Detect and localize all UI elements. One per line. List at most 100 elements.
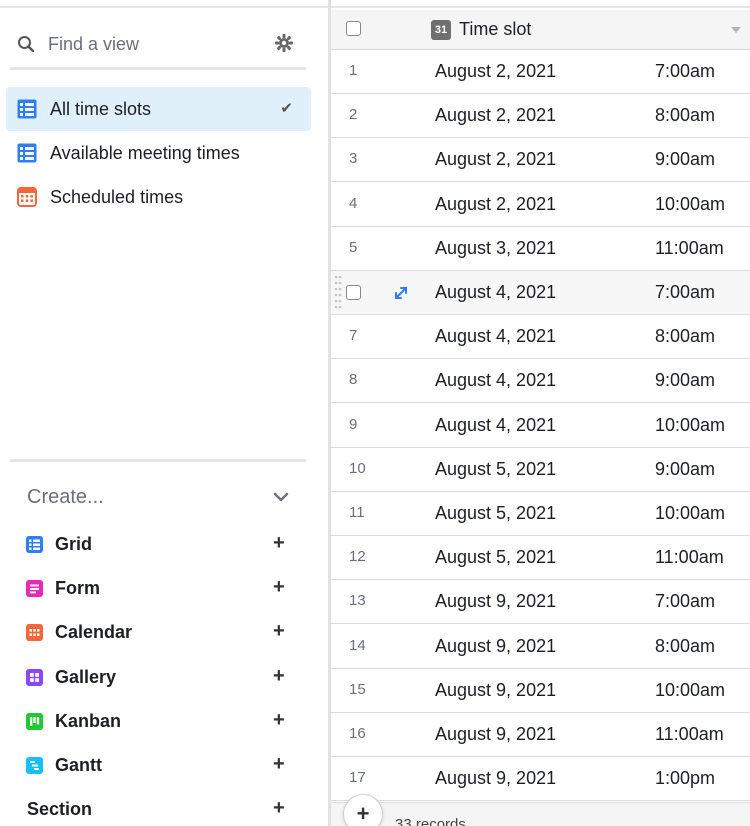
create-item-label: Gantt	[55, 754, 102, 775]
drag-handle-icon[interactable]	[334, 275, 342, 316]
create-form-item[interactable]: Form +	[26, 573, 296, 603]
add-record-button[interactable]: +	[343, 794, 383, 826]
create-item-label: Grid	[55, 533, 93, 554]
table-row[interactable]: 11 August 5, 2021 10:00am	[331, 492, 750, 536]
create-divider	[10, 459, 306, 462]
cell-date[interactable]: August 9, 2021	[435, 591, 556, 612]
cell-time[interactable]: 7:00am	[655, 591, 715, 612]
cell-date[interactable]: August 3, 2021	[435, 238, 556, 259]
date-field-icon: 31	[431, 20, 451, 40]
chevron-down-icon[interactable]	[272, 490, 290, 508]
plus-icon[interactable]: +	[273, 665, 285, 688]
view-item-available-meeting-times[interactable]: Available meeting times	[6, 131, 311, 175]
cell-time[interactable]: 10:00am	[655, 503, 725, 524]
plus-icon[interactable]: +	[273, 797, 285, 820]
gear-icon[interactable]	[274, 33, 294, 58]
create-kanban-item[interactable]: Kanban +	[26, 706, 296, 736]
table-row[interactable]: 15 August 9, 2021 10:00am	[331, 669, 750, 713]
cell-date[interactable]: August 4, 2021	[435, 370, 556, 391]
plus-icon[interactable]: +	[273, 532, 285, 555]
create-grid-item[interactable]: Grid +	[26, 529, 296, 559]
cell-date[interactable]: August 5, 2021	[435, 547, 556, 568]
form-icon	[26, 579, 43, 597]
cell-date[interactable]: August 9, 2021	[435, 636, 556, 657]
cell-time[interactable]: 7:00am	[655, 282, 715, 303]
cell-time[interactable]: 9:00am	[655, 459, 715, 480]
table-row[interactable]: 9 August 4, 2021 10:00am	[331, 404, 750, 448]
column-menu-caret-icon[interactable]	[731, 27, 741, 33]
table-row[interactable]: August 4, 2021 7:00am	[331, 271, 750, 315]
cell-date[interactable]: August 2, 2021	[435, 194, 556, 215]
cell-time[interactable]: 10:00am	[655, 680, 725, 701]
cell-time[interactable]: 11:00am	[655, 238, 724, 259]
cell-time[interactable]: 8:00am	[655, 326, 715, 347]
grid-footer	[331, 802, 750, 826]
cell-date[interactable]: August 9, 2021	[435, 724, 556, 745]
cell-date[interactable]: August 4, 2021	[435, 415, 556, 436]
table-row[interactable]: 3 August 2, 2021 9:00am	[331, 138, 750, 183]
grid-view-icon	[16, 142, 38, 164]
row-number: 5	[349, 238, 358, 256]
table-row[interactable]: 4 August 2, 2021 10:00am	[331, 183, 750, 227]
row-number: 7	[349, 327, 358, 345]
cell-date[interactable]: August 9, 2021	[435, 680, 556, 701]
cell-time[interactable]: 11:00am	[655, 724, 724, 745]
cell-date[interactable]: August 2, 2021	[435, 149, 556, 170]
row-number: 2	[349, 106, 358, 124]
table-row[interactable]: 2 August 2, 2021 8:00am	[331, 94, 750, 139]
table-row[interactable]: 5 August 3, 2021 11:00am	[331, 227, 750, 271]
create-gantt-item[interactable]: Gantt +	[26, 750, 296, 780]
cell-date[interactable]: August 2, 2021	[435, 105, 556, 126]
calendar-icon	[26, 623, 43, 641]
table-row[interactable]: 17 August 9, 2021 1:00pm	[331, 757, 750, 802]
create-item-label: Kanban	[55, 710, 122, 731]
cell-date[interactable]: August 5, 2021	[435, 503, 556, 524]
column-header-time-slot[interactable]: Time slot	[459, 19, 531, 40]
plus-icon[interactable]: +	[273, 753, 285, 776]
row-checkbox[interactable]	[346, 285, 361, 300]
row-number: 16	[349, 725, 366, 742]
create-gallery-item[interactable]: Gallery +	[26, 662, 296, 692]
table-row[interactable]: 1 August 2, 2021 7:00am	[331, 50, 750, 94]
create-calendar-item[interactable]: Calendar +	[26, 617, 296, 647]
table-row[interactable]: 10 August 5, 2021 9:00am	[331, 448, 750, 492]
cell-time[interactable]: 9:00am	[655, 370, 715, 391]
table-row[interactable]: 13 August 9, 2021 7:00am	[331, 580, 750, 625]
cell-time[interactable]: 8:00am	[655, 105, 715, 126]
cell-time[interactable]: 8:00am	[655, 636, 715, 657]
cell-date[interactable]: August 2, 2021	[435, 61, 556, 82]
view-label: Scheduled times	[50, 186, 184, 207]
create-heading[interactable]: Create...	[27, 486, 104, 509]
view-label: All time slots	[50, 98, 152, 119]
cell-date[interactable]: August 4, 2021	[435, 326, 556, 347]
row-number: 13	[349, 592, 366, 610]
records-grid: 31 Time slot 1 August 2, 2021 7:00am 2 Augus…	[331, 10, 750, 826]
table-row[interactable]: 8 August 4, 2021 9:00am	[331, 359, 750, 404]
find-view-input[interactable]	[48, 33, 268, 55]
view-item-scheduled-times[interactable]: Scheduled times	[6, 175, 311, 219]
view-label: Available meeting times	[50, 142, 240, 163]
search-icon	[12, 35, 40, 53]
table-row[interactable]: 12 August 5, 2021 11:00am	[331, 536, 750, 581]
table-row[interactable]: 14 August 9, 2021 8:00am	[331, 625, 750, 669]
cell-time[interactable]: 10:00am	[655, 415, 725, 436]
cell-time[interactable]: 11:00am	[655, 547, 724, 568]
cell-date[interactable]: August 5, 2021	[435, 459, 556, 480]
table-row[interactable]: 7 August 4, 2021 8:00am	[331, 315, 750, 360]
plus-icon[interactable]: +	[273, 620, 285, 643]
expand-record-icon[interactable]	[393, 285, 409, 306]
cell-date[interactable]: August 9, 2021	[435, 768, 556, 789]
cell-date[interactable]: August 4, 2021	[435, 282, 556, 303]
grid-icon	[26, 535, 43, 553]
create-section-item[interactable]: Section +	[27, 794, 297, 824]
cell-time[interactable]: 7:00am	[655, 61, 715, 82]
cell-time[interactable]: 1:00pm	[655, 768, 715, 789]
select-all-checkbox[interactable]	[346, 21, 361, 36]
cell-time[interactable]: 10:00am	[655, 194, 725, 215]
table-row[interactable]: 16 August 9, 2021 11:00am	[331, 713, 750, 757]
plus-icon[interactable]: +	[273, 709, 285, 732]
row-number: 11	[349, 504, 365, 521]
cell-time[interactable]: 9:00am	[655, 149, 715, 170]
plus-icon[interactable]: +	[273, 576, 285, 599]
view-item-all-time-slots[interactable]: All time slots ✔	[6, 87, 311, 131]
